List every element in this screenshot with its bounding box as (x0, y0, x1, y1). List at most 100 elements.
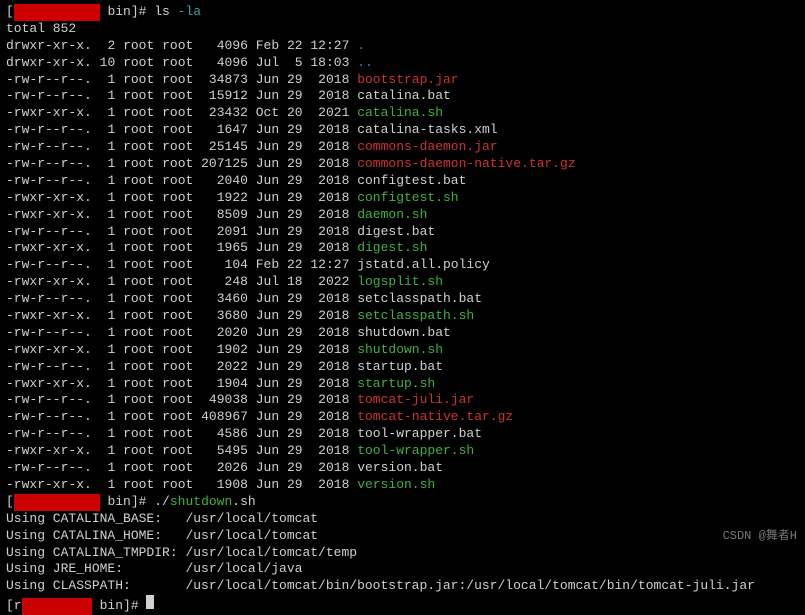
file-name: catalina.sh (357, 105, 443, 120)
file-group: root (162, 426, 193, 441)
file-row: -rw-r--r--. 1 root root 3460 Jun 29 2018… (6, 291, 799, 308)
file-group: root (162, 409, 193, 424)
file-perm: -rw-r--r--. (6, 409, 92, 424)
prompt-prefix: [ (6, 494, 14, 509)
file-row: -rwxr-xr-x. 1 root root 1904 Jun 29 2018… (6, 376, 799, 393)
env-row: Using JRE_HOME: /usr/local/java (6, 561, 799, 578)
file-name: configtest.bat (357, 173, 466, 188)
file-owner: root (123, 376, 154, 391)
file-row: -rw-r--r--. 1 root root 2040 Jun 29 2018… (6, 173, 799, 190)
file-date: Oct 20 2021 (256, 105, 350, 120)
prompt-line-1: [root@two s bin]# ls -la (6, 4, 799, 21)
env-label: Using JRE_HOME: (6, 561, 185, 576)
prompt-prefix: [r (6, 598, 22, 613)
file-date: Jun 29 2018 (256, 139, 350, 154)
file-size: 248 (201, 274, 248, 289)
file-perm: -rw-r--r--. (6, 72, 92, 87)
env-row: Using CLASSPATH: /usr/local/tomcat/bin/b… (6, 578, 799, 595)
file-owner: root (123, 274, 154, 289)
file-name: .. (357, 55, 373, 70)
prompt-line-2: [root@two s bin]# ./shutdown.sh (6, 494, 799, 511)
file-row: -rwxr-xr-x. 1 root root 1908 Jun 29 2018… (6, 477, 799, 494)
file-owner: root (123, 409, 154, 424)
file-owner: root (123, 224, 154, 239)
file-size: 23432 (201, 105, 248, 120)
file-date: Jun 29 2018 (256, 291, 350, 306)
file-date: Jun 29 2018 (256, 342, 350, 357)
file-links: 1 (100, 308, 116, 323)
file-group: root (162, 477, 193, 492)
file-size: 25145 (201, 139, 248, 154)
file-owner: root (123, 392, 154, 407)
file-owner: root (123, 359, 154, 374)
command-ext: .sh (232, 494, 255, 509)
file-links: 1 (100, 376, 116, 391)
file-links: 1 (100, 88, 116, 103)
file-links: 1 (100, 477, 116, 492)
file-size: 34873 (201, 72, 248, 87)
file-size: 1647 (201, 122, 248, 137)
file-owner: root (123, 139, 154, 154)
file-row: -rw-r--r--. 1 root root 408967 Jun 29 20… (6, 409, 799, 426)
file-links: 1 (100, 392, 116, 407)
file-links: 1 (100, 409, 116, 424)
file-row: drwxr-xr-x. 10 root root 4096 Jul 5 18:0… (6, 55, 799, 72)
file-owner: root (123, 308, 154, 323)
file-group: root (162, 88, 193, 103)
file-row: -rwxr-xr-x. 1 root root 23432 Oct 20 202… (6, 105, 799, 122)
file-links: 1 (100, 139, 116, 154)
file-row: -rw-r--r--. 1 root root 49038 Jun 29 201… (6, 392, 799, 409)
file-links: 2 (100, 38, 116, 53)
file-links: 1 (100, 443, 116, 458)
redacted-host (22, 598, 92, 615)
env-value: /usr/local/tomcat/bin/bootstrap.jar:/usr… (185, 578, 755, 593)
file-links: 1 (100, 156, 116, 171)
file-size: 15912 (201, 88, 248, 103)
env-value: /usr/local/tomcat (185, 511, 318, 526)
file-date: Jun 29 2018 (256, 240, 350, 255)
file-group: root (162, 139, 193, 154)
file-name: catalina-tasks.xml (357, 122, 497, 137)
file-perm: -rw-r--r--. (6, 359, 92, 374)
file-size: 2022 (201, 359, 248, 374)
redacted-host: root@two (14, 4, 76, 21)
command-name: shutdown (170, 494, 232, 509)
file-date: Jun 29 2018 (256, 359, 350, 374)
file-owner: root (123, 38, 154, 53)
file-perm: -rwxr-xr-x. (6, 274, 92, 289)
file-name: configtest.sh (357, 190, 458, 205)
file-row: -rwxr-xr-x. 1 root root 1902 Jun 29 2018… (6, 342, 799, 359)
file-size: 49038 (201, 392, 248, 407)
file-size: 3460 (201, 291, 248, 306)
file-owner: root (123, 122, 154, 137)
file-group: root (162, 72, 193, 87)
file-links: 1 (100, 72, 116, 87)
file-perm: -rw-r--r--. (6, 173, 92, 188)
file-name: digest.bat (357, 224, 435, 239)
file-name: tomcat-juli.jar (357, 392, 474, 407)
file-date: Jun 29 2018 (256, 308, 350, 323)
file-perm: -rwxr-xr-x. (6, 240, 92, 255)
file-date: Feb 22 12:27 (256, 38, 350, 53)
cursor[interactable] (146, 595, 154, 609)
file-row: -rw-r--r--. 1 root root 1647 Jun 29 2018… (6, 122, 799, 139)
watermark: CSDN @舞者H (723, 529, 797, 545)
file-name: tool-wrapper.sh (357, 443, 474, 458)
file-date: Jun 29 2018 (256, 173, 350, 188)
file-date: Jun 29 2018 (256, 426, 350, 441)
file-name: setclasspath.sh (357, 308, 474, 323)
file-name: logsplit.sh (357, 274, 443, 289)
env-output: Using CATALINA_BASE: /usr/local/tomcatUs… (6, 511, 799, 595)
file-group: root (162, 325, 193, 340)
file-date: Jul 5 18:03 (256, 55, 350, 70)
file-group: root (162, 105, 193, 120)
file-perm: -rwxr-xr-x. (6, 342, 92, 357)
file-owner: root (123, 72, 154, 87)
file-owner: root (123, 443, 154, 458)
file-size: 2040 (201, 173, 248, 188)
terminal-output[interactable]: [root@two s bin]# ls -la total 852 drwxr… (6, 4, 799, 615)
file-perm: -rwxr-xr-x. (6, 190, 92, 205)
file-group: root (162, 55, 193, 70)
file-owner: root (123, 325, 154, 340)
file-name: version.sh (357, 477, 435, 492)
